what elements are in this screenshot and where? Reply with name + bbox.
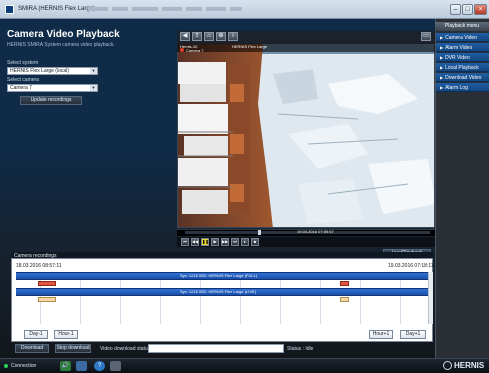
recording-block[interactable] [340, 297, 349, 302]
camera-select[interactable]: Camera 7 ▼ [7, 84, 98, 92]
hernis-logo-icon [443, 361, 452, 370]
day-forward-button[interactable]: Day+1 [400, 330, 426, 339]
maximize-button[interactable]: □ [462, 4, 473, 15]
sidebar-item-download-video[interactable]: ▶ Download Video [436, 73, 489, 82]
stop-icon[interactable]: ■ [251, 238, 259, 246]
download-progress-field [148, 344, 284, 353]
skip-back-icon[interactable]: ⏮ [181, 238, 189, 246]
system-select[interactable]: HERNIS Flex Large (local) ▼ [7, 67, 98, 75]
sidebar-item-local-playback[interactable]: ▶ Local Playback [436, 63, 489, 72]
chevron-right-icon: ▶ [440, 45, 444, 50]
chevron-right-icon: ▶ [440, 65, 444, 70]
chevron-down-icon: ▼ [90, 85, 97, 91]
brand-logo: HERNIS [454, 361, 485, 370]
menu-placeholder [186, 7, 202, 11]
video-frame[interactable] [177, 43, 435, 228]
select-system-label: Select system [7, 60, 39, 66]
hour-back-button[interactable]: Hour-1 [54, 330, 78, 339]
sidebar-item-dvr-video[interactable]: ▶ DVR Video [436, 53, 489, 62]
play-icon[interactable]: ▶ [211, 238, 219, 246]
fast-forward-icon[interactable]: ▶▶ [221, 238, 229, 246]
system-select-value: HERNIS Flex Large (local) [10, 68, 69, 74]
recording-block[interactable] [38, 297, 56, 302]
chevron-right-icon: ▶ [440, 85, 444, 90]
stop-download-button[interactable]: Stop download [55, 344, 91, 353]
day-back-button[interactable]: Day-1 [24, 330, 48, 339]
sidebar-item-camera-video[interactable]: ▶ Camera Video [436, 33, 489, 42]
timeline-end-time: 19.03.2016 07:18:11 [388, 263, 434, 269]
menu-placeholder [112, 7, 128, 11]
audio-icon[interactable]: 🔊 [60, 361, 71, 371]
connection-label: Connection [11, 363, 37, 369]
system-name-label: HERNIS Flex Large [232, 44, 268, 49]
close-button[interactable]: × [474, 4, 487, 15]
menu-placeholder [206, 7, 226, 11]
menu-placeholder [88, 7, 108, 11]
scrubber-handle[interactable] [258, 230, 261, 235]
menu-placeholder [230, 7, 242, 11]
step-icon[interactable]: ▸ [241, 238, 249, 246]
page-subtitle: HERNIS SMIRA System camera video playbac… [7, 42, 115, 48]
download-status-label: Video download status [100, 346, 151, 352]
window-title: SMIRA (HERNIS Flex Large) [18, 6, 96, 12]
timeline-scrollbar[interactable] [428, 272, 433, 324]
hour-forward-button[interactable]: Hour+1 [369, 330, 393, 339]
skip-forward-icon[interactable]: ⏭ [231, 238, 239, 246]
monitor-icon[interactable] [76, 361, 87, 371]
tools-icon[interactable] [110, 361, 121, 371]
recording-block[interactable] [38, 281, 56, 286]
page-title: Camera Video Playback [7, 29, 120, 40]
snapshot-icon[interactable]: ⌂ [204, 32, 214, 41]
recording-block[interactable] [340, 281, 349, 286]
playback-menu-header: Playback menu [435, 22, 489, 31]
select-camera-label: Select camera [7, 77, 39, 83]
chevron-right-icon: ▶ [440, 75, 444, 80]
prev-icon[interactable]: ◀ [180, 32, 190, 41]
camera-overlay-header [177, 43, 435, 52]
taskbar [0, 358, 489, 373]
recording-track-1-label: Sys: 1216 00D: HERNIS Flex Large (FULL) [180, 273, 258, 278]
app-icon [5, 5, 14, 14]
camera-select-value: Camera 7 [10, 85, 32, 91]
chevron-right-icon: ▶ [440, 55, 444, 60]
camera-feed-image [178, 44, 434, 227]
menu-placeholder [162, 7, 182, 11]
sidebar-item-alarm-log[interactable]: ▶ Alarm Log [436, 83, 489, 92]
minimize-button[interactable]: – [450, 4, 461, 15]
help-icon[interactable]: ? [94, 361, 105, 371]
pause-icon[interactable]: ❚❚ [201, 238, 209, 246]
zoom-icon[interactable]: ⊕ [216, 32, 226, 41]
update-recordings-button[interactable]: Update recordings [20, 96, 82, 105]
chevron-right-icon: ▶ [440, 35, 444, 40]
video-timestamp: 19.03.2016 07:05:57 [297, 229, 334, 234]
menu-placeholder [132, 7, 158, 11]
fullscreen-icon[interactable]: ▭ [421, 32, 431, 41]
rewind-icon[interactable]: ◀◀ [191, 238, 199, 246]
export-icon[interactable]: ⇪ [192, 32, 202, 41]
download-button[interactable]: Download [15, 344, 49, 353]
connection-status-icon [4, 364, 8, 368]
info-icon[interactable]: i [228, 32, 238, 41]
chevron-down-icon: ▼ [90, 68, 97, 74]
timeline-start-time: 18.03.2016 08:57:11 [16, 263, 62, 269]
download-status-text: Status : Idle [287, 346, 314, 352]
sidebar-item-alarm-video[interactable]: ▶ Alarm Video [436, 43, 489, 52]
camera-name-label: Camera 7 [186, 48, 204, 53]
recording-track-2-label: Sys: 1216 00D: HERNIS Flex Large (LIVE) [180, 289, 257, 294]
recording-dot-icon [180, 48, 184, 52]
